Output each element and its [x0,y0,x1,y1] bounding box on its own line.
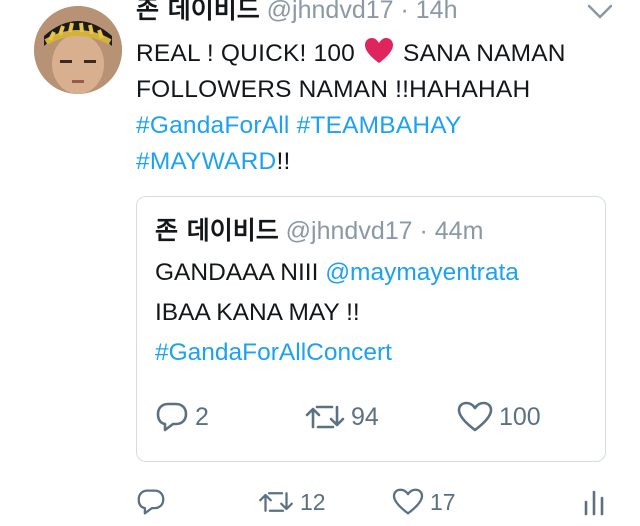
tweet-text-line-4: #MAYWARD!! [136,144,616,180]
quoted-text-segment: GANDAAA NIII [155,259,326,286]
retweet-icon [305,401,345,433]
quoted-tweet-time: 44m [434,217,484,245]
like-icon [457,401,493,433]
tweet-header: 존 데이비드 @jhndvd17 · 14h [136,0,457,28]
quoted-tweet-actions: 2 94 100 [155,397,595,437]
like-count: 17 [430,488,456,515]
quoted-tweet-header: 존 데이비드 @jhndvd17 · 44m [155,213,483,249]
header-separator: · [419,217,428,245]
hashtag-link[interactable]: #TEAMBAHAY [297,112,462,139]
tweet-text-line-1: REAL ! QUICK! 100 SANA NAMAN [136,36,616,72]
retweet-icon [258,488,294,516]
like-button[interactable]: 17 [392,484,456,520]
tweet-text-segment: !! [276,148,291,175]
quoted-reply-button[interactable]: 2 [155,397,209,437]
tweet-text-segment: REAL ! QUICK! 100 [136,40,363,67]
tweet-time[interactable]: 14h [416,0,458,24]
heart-emoji-icon [364,37,394,65]
like-icon [392,488,424,516]
author-handle[interactable]: @jhndvd17 [267,0,394,24]
mention-link[interactable]: @maymayentrata [325,259,519,286]
retweet-count: 94 [351,402,379,431]
quoted-tweet-text: GANDAAA NIII @maymayentrata IBAA KANA MA… [155,253,605,373]
chevron-down-icon[interactable] [585,2,615,22]
reply-button[interactable] [136,484,172,520]
analytics-icon [582,488,606,516]
tweet-text-segment: SANA NAMAN [396,40,566,67]
quoted-text-line-2: IBAA KANA MAY !! [155,299,360,326]
retweet-button[interactable]: 12 [258,484,326,520]
tweet-actions: 12 17 [136,484,616,520]
header-separator: · [400,0,409,24]
tweet-text: REAL ! QUICK! 100 SANA NAMAN FOLLOWERS N… [136,36,616,180]
quoted-author-name: 존 데이비드 [155,216,279,245]
hashtag-link[interactable]: #GandaForAll [136,112,290,139]
hashtag-link[interactable]: #MAYWARD [136,148,276,175]
reply-count: 2 [195,402,209,431]
tweet-text-line-3: #GandaForAll #TEAMBAHAY [136,108,616,144]
quoted-tweet-card[interactable]: 존 데이비드 @jhndvd17 · 44m GANDAAA NIII @may… [136,196,606,462]
author-name[interactable]: 존 데이비드 [136,0,260,24]
quoted-retweet-button[interactable]: 94 [305,397,379,437]
avatar-image [34,6,122,94]
reply-icon [155,401,189,433]
hashtag-link[interactable]: #GandaForAllConcert [155,333,605,373]
avatar[interactable] [34,6,122,94]
quoted-text-line-1: GANDAAA NIII @maymayentrata [155,253,605,293]
quoted-author-handle: @jhndvd17 [285,217,413,245]
analytics-button[interactable] [582,484,606,520]
tweet-text-line-2: FOLLOWERS NAMAN !!HAHAHAH [136,76,531,103]
reply-icon [136,488,166,516]
retweet-count: 12 [300,488,326,515]
quoted-like-button[interactable]: 100 [457,397,541,437]
like-count: 100 [499,402,541,431]
